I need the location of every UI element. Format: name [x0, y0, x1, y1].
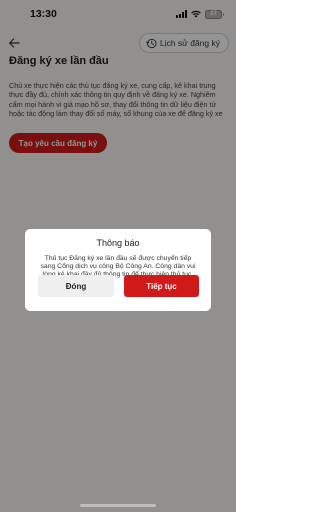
- notice-dialog: Thông báo Thủ tục Đăng ký xe lần đầu sẽ …: [25, 229, 211, 311]
- close-button[interactable]: Đóng: [38, 275, 114, 297]
- continue-button[interactable]: Tiếp tục: [124, 275, 199, 297]
- dialog-title: Thông báo: [96, 238, 140, 248]
- home-indicator: [80, 504, 156, 507]
